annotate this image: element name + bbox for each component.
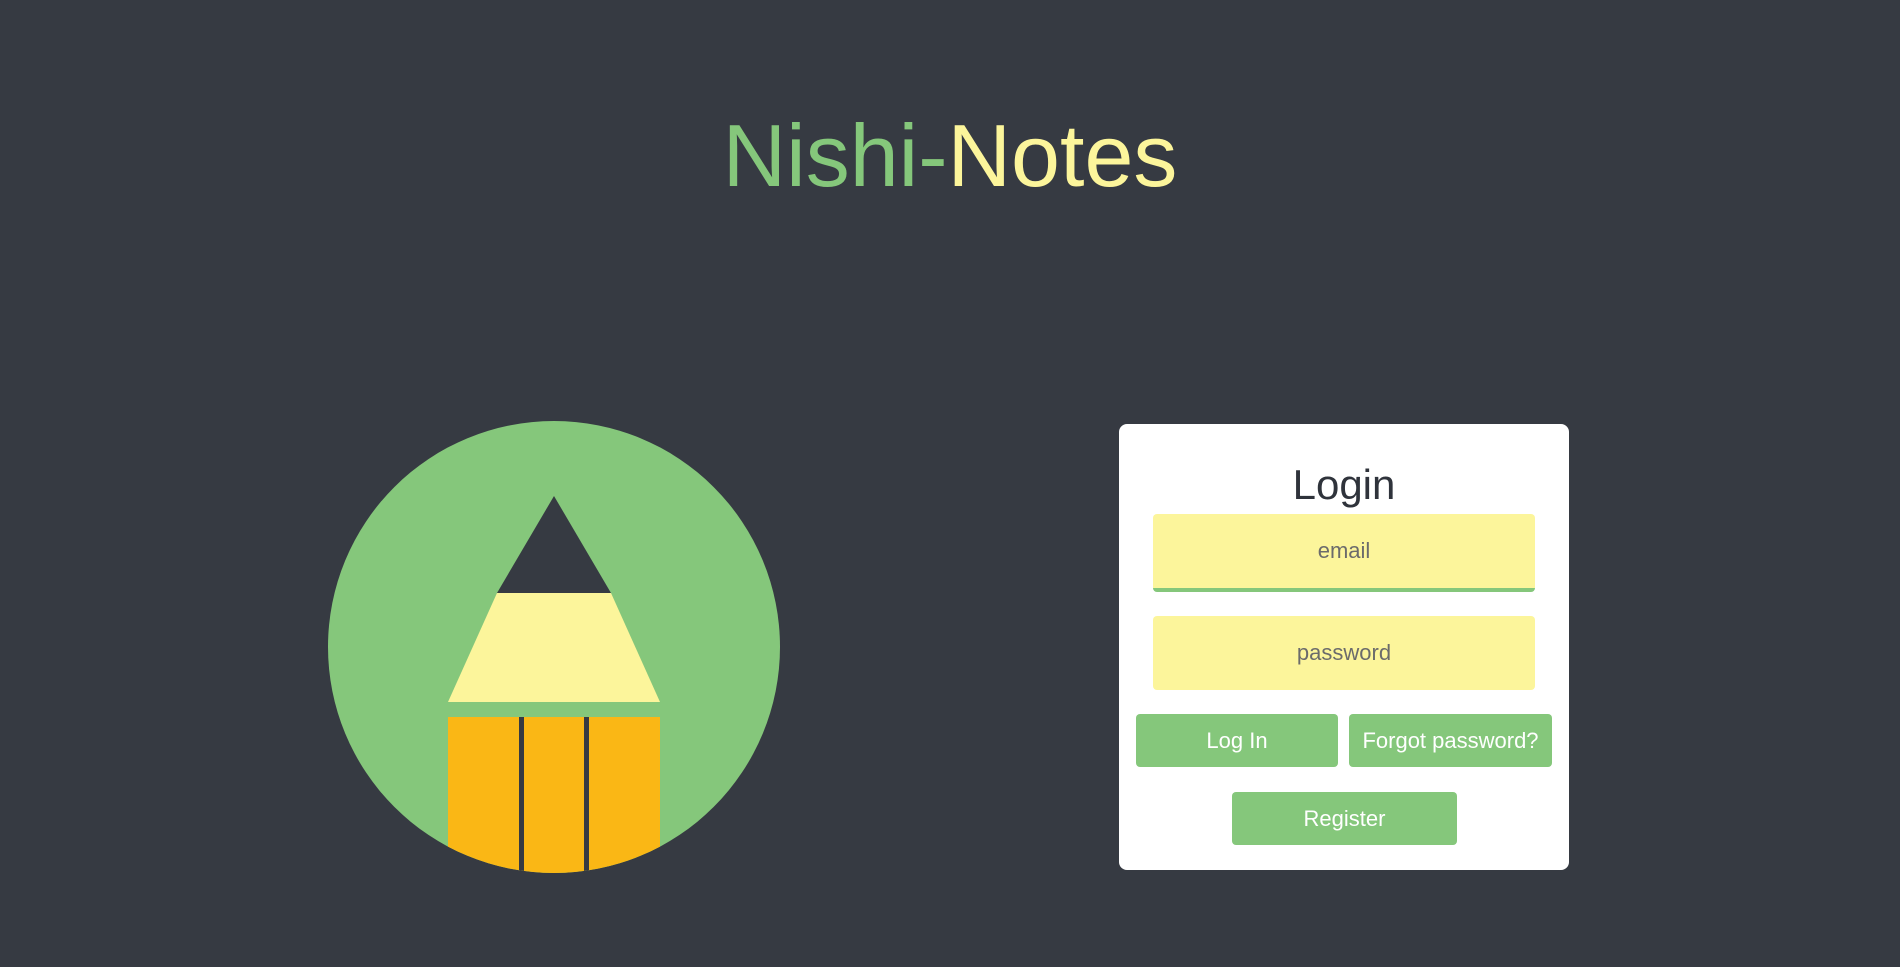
email-input[interactable]	[1153, 514, 1535, 592]
app-title-part-notes: Notes	[947, 106, 1178, 205]
pencil-stripe-left	[519, 717, 524, 873]
app-title-part-nishi: Nishi-	[722, 106, 948, 205]
register-button[interactable]: Register	[1232, 792, 1457, 845]
app-title: Nishi-Notes	[0, 108, 1900, 204]
log-in-button[interactable]: Log In	[1136, 714, 1338, 767]
password-input[interactable]	[1153, 616, 1535, 690]
login-card: Login Log In Forgot password? Register	[1119, 424, 1569, 870]
pencil-stripe-right	[584, 717, 589, 873]
login-title: Login	[1292, 461, 1396, 508]
forgot-password-button[interactable]: Forgot password?	[1349, 714, 1552, 767]
pencil-logo-icon	[328, 421, 780, 873]
pencil-body	[448, 717, 660, 873]
login-page: Nishi-Notes Login Log In Forgot password…	[0, 0, 1900, 967]
